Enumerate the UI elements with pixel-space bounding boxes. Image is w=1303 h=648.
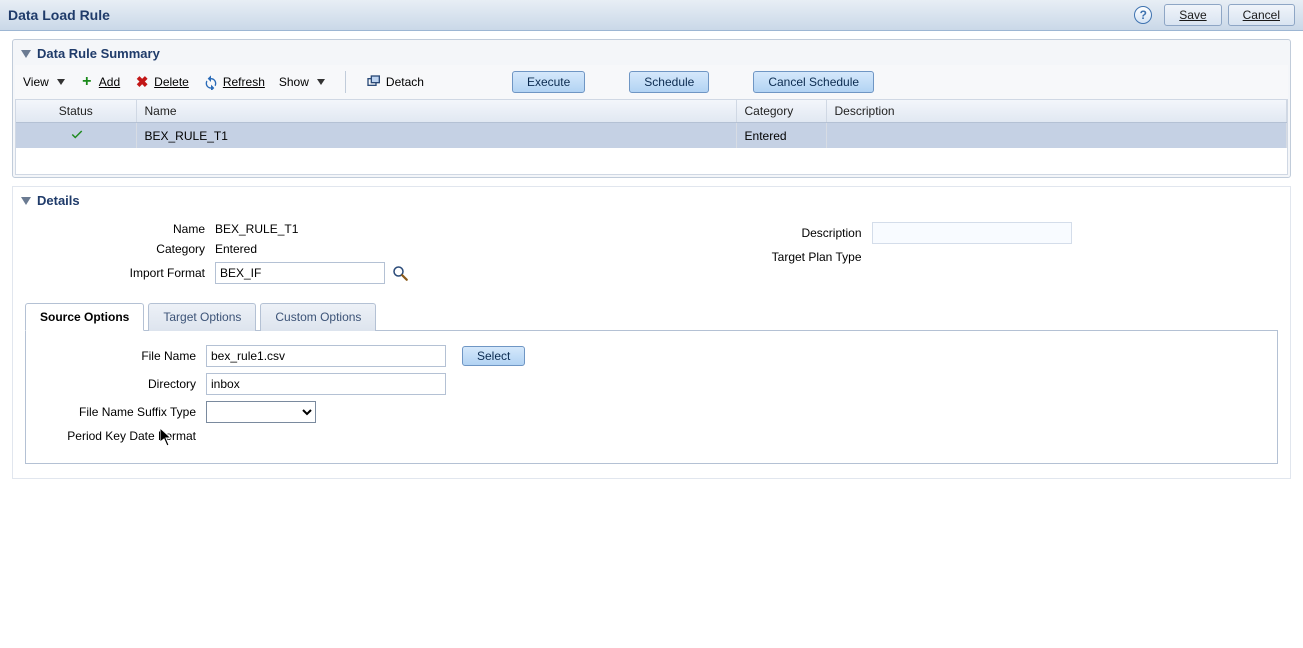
suffix-type-select[interactable]: [206, 401, 316, 423]
col-status[interactable]: Status: [16, 100, 136, 123]
row-suffix-type: File Name Suffix Type: [46, 401, 1257, 423]
show-menu[interactable]: Show: [279, 75, 325, 89]
header-actions: ? Save Cancel: [1134, 4, 1295, 26]
col-name[interactable]: Name: [136, 100, 736, 123]
row-category: Category Entered: [55, 242, 632, 256]
row-file-name: File Name Select: [46, 345, 1257, 367]
summary-title: Data Rule Summary: [37, 46, 160, 61]
directory-input[interactable]: [206, 373, 446, 395]
select-file-button[interactable]: Select: [462, 346, 525, 366]
summary-section-header[interactable]: Data Rule Summary: [15, 42, 1288, 65]
chevron-down-icon: [57, 79, 65, 85]
row-description: Description: [672, 222, 1249, 244]
plus-icon: +: [79, 74, 95, 90]
table-header-row: Status Name Category Description: [16, 100, 1287, 123]
description-input[interactable]: [872, 222, 1072, 244]
execute-button[interactable]: Execute: [512, 71, 585, 93]
view-menu[interactable]: View: [23, 75, 65, 89]
summary-toolbar: View + Add ✖ Delete Refresh Show Detach: [15, 65, 1288, 99]
details-title: Details: [37, 193, 80, 208]
label-suffix-type: File Name Suffix Type: [46, 405, 206, 419]
source-options-panel: File Name Select Directory File Name Suf…: [25, 331, 1278, 464]
label-target-plan-type: Target Plan Type: [672, 250, 872, 264]
cancel-schedule-button[interactable]: Cancel Schedule: [753, 71, 874, 93]
page-title: Data Load Rule: [8, 7, 110, 23]
data-rule-summary-panel: Data Rule Summary View + Add ✖ Delete Re…: [12, 39, 1291, 178]
status-ok-icon: [69, 127, 83, 137]
tab-target-options[interactable]: Target Options: [148, 303, 256, 331]
import-format-input[interactable]: [215, 262, 385, 284]
disclosure-icon: [21, 197, 31, 205]
row-period-key-fmt: Period Key Date Format: [46, 429, 1257, 443]
add-button[interactable]: + Add: [79, 74, 120, 90]
search-icon[interactable]: [391, 264, 409, 282]
help-icon[interactable]: ?: [1134, 6, 1152, 24]
label-directory: Directory: [46, 377, 206, 391]
rules-table-wrap: Status Name Category Description BEX_RUL…: [15, 99, 1288, 175]
schedule-button[interactable]: Schedule: [629, 71, 709, 93]
value-category: Entered: [215, 242, 257, 256]
refresh-icon: [203, 74, 219, 90]
value-name: BEX_RULE_T1: [215, 222, 298, 236]
cell-category: Entered: [736, 123, 826, 149]
cell-description: [826, 123, 1286, 149]
cancel-button[interactable]: Cancel: [1228, 4, 1295, 26]
disclosure-icon: [21, 50, 31, 58]
file-name-input[interactable]: [206, 345, 446, 367]
details-right-col: Description Target Plan Type: [672, 222, 1249, 290]
col-category[interactable]: Category: [736, 100, 826, 123]
col-description[interactable]: Description: [826, 100, 1286, 123]
tab-custom-options[interactable]: Custom Options: [260, 303, 376, 331]
label-import-format: Import Format: [55, 266, 215, 280]
details-section-header[interactable]: Details: [15, 189, 1288, 212]
chevron-down-icon: [317, 79, 325, 85]
detach-icon: [366, 74, 382, 90]
details-left-col: Name BEX_RULE_T1 Category Entered Import…: [55, 222, 632, 290]
label-name: Name: [55, 222, 215, 236]
details-tabs: Source Options Target Options Custom Opt…: [25, 302, 1278, 331]
delete-button[interactable]: ✖ Delete: [134, 74, 189, 90]
label-description: Description: [672, 226, 872, 240]
delete-x-icon: ✖: [134, 74, 150, 90]
cell-name: BEX_RULE_T1: [136, 123, 736, 149]
label-period-key-fmt: Period Key Date Format: [46, 429, 206, 443]
page-header: Data Load Rule ? Save Cancel: [0, 0, 1303, 31]
table-row[interactable]: BEX_RULE_T1 Entered: [16, 123, 1287, 149]
tab-source-options[interactable]: Source Options: [25, 303, 144, 331]
label-file-name: File Name: [46, 349, 206, 363]
row-import-format: Import Format: [55, 262, 632, 284]
row-directory: Directory: [46, 373, 1257, 395]
detach-button[interactable]: Detach: [366, 74, 424, 90]
label-category: Category: [55, 242, 215, 256]
row-name: Name BEX_RULE_T1: [55, 222, 632, 236]
rules-table: Status Name Category Description BEX_RUL…: [16, 100, 1287, 174]
save-button[interactable]: Save: [1164, 4, 1221, 26]
row-target-plan-type: Target Plan Type: [672, 250, 1249, 264]
table-row-empty: [16, 148, 1287, 174]
refresh-button[interactable]: Refresh: [203, 74, 265, 90]
details-panel: Details Name BEX_RULE_T1 Category Entere…: [12, 186, 1291, 479]
toolbar-separator: [345, 71, 346, 93]
details-body: Name BEX_RULE_T1 Category Entered Import…: [15, 212, 1288, 296]
